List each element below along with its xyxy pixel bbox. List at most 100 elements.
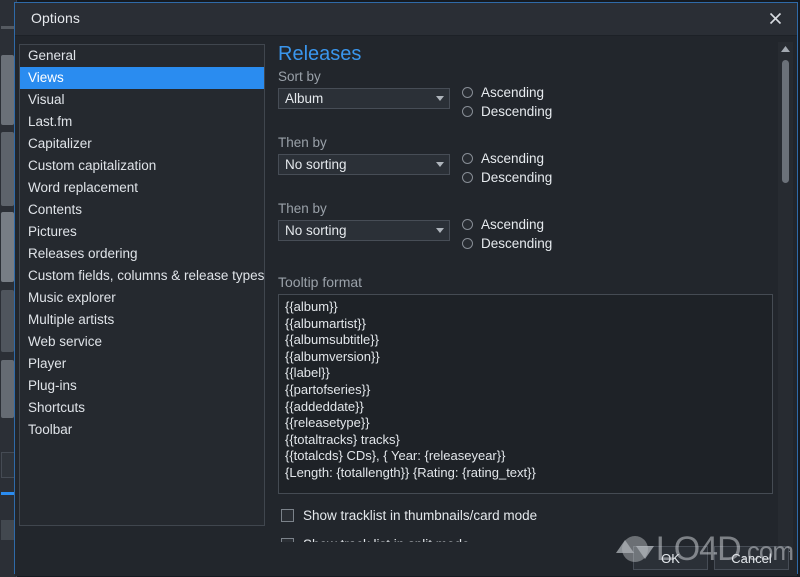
- radio-label: Ascending: [481, 85, 545, 100]
- tooltip-format-line: {{label}}: [285, 365, 330, 381]
- sidebar-item-capitalizer[interactable]: Capitalizer: [20, 133, 264, 155]
- sidebar-item-label: Visual: [28, 92, 65, 107]
- sidebar-item-label: General: [28, 48, 77, 63]
- sidebar-item-last-fm[interactable]: Last.fm: [20, 111, 264, 133]
- sort-field-value: No sorting: [285, 157, 347, 172]
- settings-category-list[interactable]: General Views Visual Last.fm Capitalizer Cust…: [19, 44, 265, 526]
- sidebar-item-label: Web service: [28, 334, 103, 349]
- radio-indicator-icon: [462, 172, 473, 183]
- sidebar-item-label: Word replacement: [28, 180, 139, 195]
- checkbox-label: Show tracklist in thumbnails/card mode: [303, 508, 538, 523]
- sidebar-item-pictures[interactable]: Pictures: [20, 221, 264, 243]
- sidebar-item-web-service[interactable]: Web service: [20, 331, 264, 353]
- sort-row: No sorting Ascending Descending: [278, 151, 779, 200]
- sidebar-item-contents[interactable]: Contents: [20, 199, 264, 221]
- radio-label: Descending: [481, 170, 553, 185]
- radio-indicator-icon: [462, 238, 473, 249]
- radio-descending[interactable]: Descending: [462, 168, 552, 187]
- sidebar-item-toolbar[interactable]: Toolbar: [20, 419, 264, 441]
- checkbox-indicator-icon: [281, 509, 294, 522]
- background-accent-bar: [1, 492, 14, 495]
- background-strip: [1, 290, 14, 352]
- screen: Options General Views Visual Last.fm Capital…: [0, 0, 800, 577]
- content-scrollbar[interactable]: [778, 42, 793, 560]
- page-title: Releases: [278, 43, 362, 65]
- radio-indicator-icon: [462, 106, 473, 117]
- chevron-down-icon: [431, 95, 449, 103]
- sidebar-item-music-explorer[interactable]: Music explorer: [20, 287, 264, 309]
- ok-button[interactable]: OK: [633, 546, 708, 570]
- radio-ascending[interactable]: Ascending: [462, 215, 552, 234]
- tooltip-format-line: {{totaltracks} tracks}: [285, 431, 400, 447]
- sidebar-item-label: Pictures: [28, 224, 77, 239]
- sidebar-item-visual[interactable]: Visual: [20, 89, 264, 111]
- tooltip-format-label: Tooltip format: [278, 274, 363, 290]
- sidebar-item-label: Music explorer: [28, 290, 116, 305]
- sidebar-item-releases-ordering[interactable]: Releases ordering: [20, 243, 264, 265]
- background-strip: [1, 55, 14, 125]
- sidebar-item-label: Custom capitalization: [28, 158, 157, 173]
- sidebar-item-label: Custom fields, columns & release types: [28, 268, 265, 283]
- tooltip-format-line: {{albumsubtitle}}: [285, 332, 379, 348]
- sidebar-item-label: Multiple artists: [28, 312, 115, 327]
- sort-field-select[interactable]: No sorting: [278, 154, 450, 175]
- background-strip: [1, 26, 14, 29]
- dialog-footer: OK Cancel: [633, 546, 789, 570]
- tooltip-format-input[interactable]: {{album}} {{albumartist}} {{albumsubtitle}…: [278, 294, 773, 494]
- sort-options-group: Sort by Album Ascending Descending Then by No…: [273, 68, 779, 266]
- sidebar-item-label: Shortcuts: [28, 400, 86, 415]
- sidebar-item-custom-fields-columns-release-types[interactable]: Custom fields, columns & release types: [20, 265, 264, 287]
- sidebar-item-views[interactable]: Views: [20, 67, 264, 89]
- sidebar-item-custom-capitalization[interactable]: Custom capitalization: [20, 155, 264, 177]
- sidebar-item-word-replacement[interactable]: Word replacement: [20, 177, 264, 199]
- tooltip-format-line: {{albumversion}}: [285, 348, 380, 364]
- checkbox-label: Show track list in split mode: [303, 537, 470, 542]
- background-strip: [1, 520, 14, 540]
- sidebar-item-player[interactable]: Player: [20, 353, 264, 375]
- sidebar-item-label: Views: [28, 70, 64, 85]
- sort-direction-group: Ascending Descending: [462, 83, 552, 121]
- scrollbar-thumb[interactable]: [782, 60, 789, 183]
- radio-label: Descending: [481, 104, 553, 119]
- radio-indicator-icon: [462, 153, 473, 164]
- tooltip-format-line: {{partofseries}}: [285, 381, 371, 397]
- sidebar-item-plug-ins[interactable]: Plug-ins: [20, 375, 264, 397]
- settings-content-panel: Releases Sort by Album Ascending Descending…: [273, 42, 779, 542]
- tooltip-format-line: {{albumartist}}: [285, 315, 366, 331]
- sidebar-item-label: Contents: [28, 202, 83, 217]
- sort-field-value: Album: [285, 91, 324, 106]
- options-dialog: Options General Views Visual Last.fm Capital…: [14, 2, 798, 576]
- sidebar-item-multiple-artists[interactable]: Multiple artists: [20, 309, 264, 331]
- sidebar-item-general[interactable]: General: [20, 45, 264, 67]
- sidebar-item-label: Releases ordering: [28, 246, 138, 261]
- sort-row: Album Ascending Descending: [278, 85, 779, 134]
- radio-ascending[interactable]: Ascending: [462, 149, 552, 168]
- window-title: Options: [31, 10, 80, 26]
- scroll-up-icon[interactable]: [778, 42, 793, 55]
- sidebar-item-label: Last.fm: [28, 114, 73, 129]
- radio-indicator-icon: [462, 87, 473, 98]
- sidebar-item-shortcuts[interactable]: Shortcuts: [20, 397, 264, 419]
- close-icon[interactable]: [753, 3, 797, 34]
- checkbox-row[interactable]: Show track list in split mode: [281, 537, 779, 542]
- tooltip-format-line: {{releasetype}}: [285, 415, 370, 431]
- checkbox-row[interactable]: Show tracklist in thumbnails/card mode: [281, 508, 779, 523]
- sidebar-item-label: Player: [28, 356, 67, 371]
- sidebar-item-label: Plug-ins: [28, 378, 77, 393]
- view-options-group: Show tracklist in thumbnails/card mode Sh…: [273, 508, 779, 542]
- tooltip-format-line: {{addeddate}}: [285, 398, 364, 414]
- sort-field-select[interactable]: Album: [278, 88, 450, 109]
- sort-field-select[interactable]: No sorting: [278, 220, 450, 241]
- cancel-button[interactable]: Cancel: [714, 546, 789, 570]
- checkbox-indicator-icon: [281, 538, 294, 542]
- radio-descending[interactable]: Descending: [462, 234, 552, 253]
- chevron-down-icon: [431, 227, 449, 235]
- radio-indicator-icon: [462, 219, 473, 230]
- radio-ascending[interactable]: Ascending: [462, 83, 552, 102]
- dialog-body: General Views Visual Last.fm Capitalizer Cust…: [15, 36, 797, 576]
- tooltip-format-line: {{totalcds} CDs}, { Year: {releaseyear}}: [285, 448, 506, 464]
- radio-label: Ascending: [481, 151, 545, 166]
- background-strip: [1, 132, 14, 206]
- radio-descending[interactable]: Descending: [462, 102, 552, 121]
- radio-label: Descending: [481, 236, 553, 251]
